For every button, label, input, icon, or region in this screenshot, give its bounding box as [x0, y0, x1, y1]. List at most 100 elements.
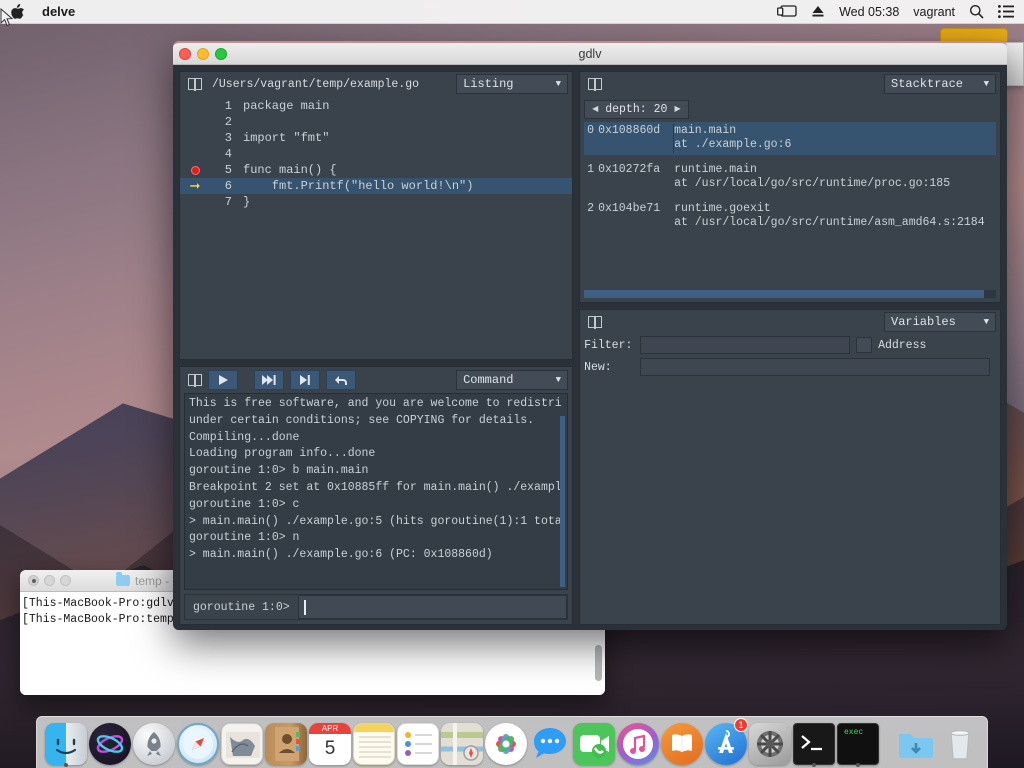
dock-item-siri[interactable]: [89, 719, 131, 765]
stack-frame-row[interactable]: 2 0x104be71 runtime.goexit at /usr/local…: [584, 200, 996, 233]
line-gutter[interactable]: ➞: [180, 180, 210, 193]
gdlv-window[interactable]: gdlv /Users/vagrant/temp/example.go List…: [173, 41, 1007, 630]
dock-item-system-preferences[interactable]: [749, 719, 791, 765]
terminal-close-button[interactable]: [28, 575, 39, 586]
split-panel-icon[interactable]: [188, 373, 202, 387]
search-icon[interactable]: [969, 4, 984, 19]
code-line[interactable]: 7 }: [180, 194, 572, 210]
stacktrace-view-dropdown[interactable]: Stacktrace ▼: [884, 74, 996, 94]
output-line: Compiling...done: [189, 430, 300, 444]
command-dropdown-label: Command: [463, 373, 514, 387]
system-preferences-icon: [749, 723, 791, 765]
line-code: func main() {: [243, 163, 337, 177]
dock-item-messages[interactable]: [529, 719, 571, 765]
dock-item-finder[interactable]: [45, 719, 87, 767]
code-line[interactable]: 2: [180, 114, 572, 130]
notes-icon: [353, 723, 395, 765]
command-output-scrollbar[interactable]: [560, 416, 566, 587]
running-indicator: [856, 763, 860, 767]
listing-panel-header: /Users/vagrant/temp/example.go Listing ▼: [180, 72, 572, 96]
mail-icon: [221, 723, 263, 765]
depth-decrement-icon[interactable]: ◀: [592, 104, 598, 114]
running-indicator: [812, 763, 816, 767]
code-line[interactable]: 5 func main() {: [180, 162, 572, 178]
frame-info: main.main at ./example.go:6: [674, 124, 791, 153]
menubar-clock[interactable]: Wed 05:38: [839, 5, 899, 19]
depth-label: depth:: [605, 102, 647, 116]
dock-item-photos[interactable]: [485, 719, 527, 765]
variables-new-row: New:: [580, 356, 1000, 378]
dock-item-facetime[interactable]: [573, 719, 615, 765]
dock-item-mail[interactable]: [221, 719, 263, 765]
stacktrace-horizontal-scrollbar[interactable]: [584, 290, 996, 298]
terminal-scrollbar[interactable]: [595, 645, 602, 681]
dock-item-trash[interactable]: [939, 719, 981, 765]
address-checkbox[interactable]: [856, 337, 873, 353]
dock-item-downloads-folder[interactable]: [895, 719, 937, 765]
line-number: 4: [224, 147, 232, 161]
dock-item-launchpad[interactable]: [133, 719, 175, 765]
dock-item-contacts[interactable]: [265, 719, 307, 765]
step-out-button[interactable]: [326, 370, 356, 390]
variables-dropdown-label: Variables: [891, 315, 956, 329]
launchpad-icon: [133, 723, 175, 765]
contacts-icon: [265, 723, 307, 765]
line-number: 3: [224, 131, 232, 145]
depth-stepper[interactable]: ◀ depth: 20 ▶: [584, 99, 689, 119]
split-panel-icon[interactable]: [588, 315, 603, 329]
breakpoint-icon[interactable]: [190, 165, 200, 175]
code-line[interactable]: 4: [180, 146, 572, 162]
stack-frame-row[interactable]: 0 0x108860d main.main at ./example.go:6: [584, 121, 996, 155]
filter-input[interactable]: [640, 336, 851, 354]
command-input[interactable]: [297, 595, 568, 619]
maps-icon: [441, 723, 483, 765]
dock-item-itunes[interactable]: [617, 719, 659, 765]
continue-button[interactable]: [208, 370, 238, 390]
depth-increment-icon[interactable]: ▶: [674, 104, 680, 114]
frame-address: 0x108860d: [598, 123, 675, 153]
dock-item-terminal[interactable]: [793, 719, 835, 767]
menubar-username[interactable]: vagrant: [913, 5, 955, 19]
variables-view-dropdown[interactable]: Variables ▼: [884, 312, 996, 332]
command-view-dropdown[interactable]: Command ▼: [456, 370, 569, 390]
dock-item-app-store[interactable]: 1: [705, 718, 748, 765]
dock-item-exec-terminal[interactable]: exec: [837, 719, 879, 767]
terminal-maximize-button[interactable]: [60, 575, 71, 586]
split-panel-icon[interactable]: [188, 77, 202, 91]
airplay-icon[interactable]: [777, 4, 797, 19]
dock-item-ibooks[interactable]: [661, 719, 703, 765]
frame-index: 1: [587, 162, 594, 176]
terminal-minimize-button[interactable]: [44, 575, 55, 586]
code-line[interactable]: 1 package main: [180, 98, 572, 114]
dock-item-maps[interactable]: [441, 719, 483, 765]
output-line: Breakpoint 2 set at 0x10885ff for main.m…: [189, 480, 562, 494]
terminal-icon: [793, 723, 835, 765]
listing-dropdown-label: Listing: [463, 77, 514, 91]
eject-icon[interactable]: [811, 5, 825, 18]
frame-function: runtime.goexit: [674, 201, 771, 215]
dock-item-notes[interactable]: [353, 719, 395, 765]
new-expression-input[interactable]: [640, 358, 990, 376]
exec-terminal-label: exec: [844, 728, 864, 737]
listing-code-area[interactable]: 1 package main 2 3 import "fmt" 4 5 func…: [180, 96, 573, 210]
menubar-app-name[interactable]: delve: [42, 4, 75, 19]
step-over-button[interactable]: [254, 370, 284, 390]
chevron-down-icon: ▼: [983, 317, 989, 327]
listing-view-dropdown[interactable]: Listing ▼: [456, 74, 569, 94]
frame-index: 2: [587, 201, 594, 215]
line-number: 1: [224, 99, 232, 113]
control-center-icon[interactable]: [998, 5, 1014, 18]
code-line-current[interactable]: ➞ 6 fmt.Printf("hello world!\n"): [180, 178, 573, 194]
line-gutter[interactable]: [180, 165, 210, 175]
stack-frame-row[interactable]: 1 0x10272fa runtime.main at /usr/local/g…: [584, 161, 996, 194]
split-panel-icon[interactable]: [588, 77, 603, 91]
command-output[interactable]: This is free software, and you are welco…: [184, 393, 569, 590]
dock-item-calendar[interactable]: APR 5: [309, 719, 351, 765]
stacktrace-dropdown-label: Stacktrace: [891, 77, 964, 91]
step-into-button[interactable]: [290, 370, 320, 390]
dock-item-reminders[interactable]: [397, 719, 439, 765]
output-line: > main.main() ./example.go:6 (PC: 0x1088…: [189, 548, 493, 562]
stacktrace-list[interactable]: 0 0x108860d main.main at ./example.go:6 …: [580, 119, 1000, 288]
code-line[interactable]: 3 import "fmt": [180, 130, 572, 146]
dock-item-safari[interactable]: [177, 719, 219, 765]
